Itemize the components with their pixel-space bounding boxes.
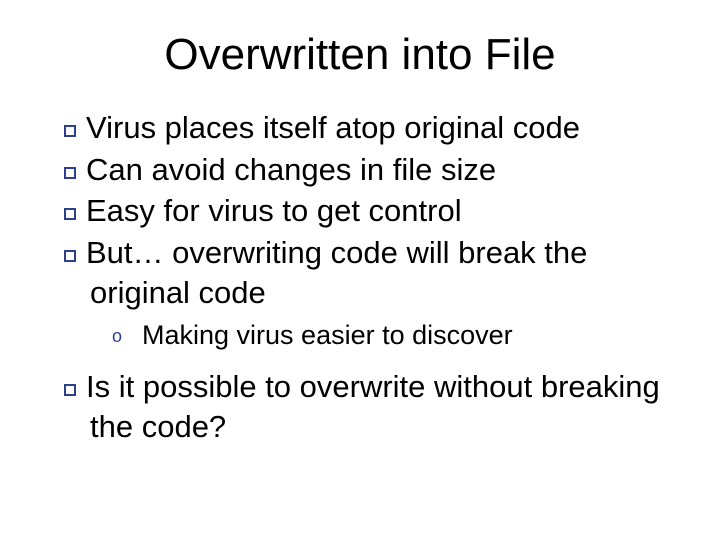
list-item: Is it possible to overwrite without brea… <box>64 367 680 446</box>
slide: Overwritten into File Virus places itsel… <box>0 0 720 540</box>
list-item: oMaking virus easier to discover <box>134 318 680 353</box>
bullet-text: Virus places itself atop original code <box>86 110 580 145</box>
bullet-text: Making virus easier to discover <box>142 320 513 350</box>
square-bullet-icon <box>64 250 76 262</box>
square-bullet-icon <box>64 125 76 137</box>
list-item: Virus places itself atop original code <box>64 108 680 148</box>
list-item: Can avoid changes in file size <box>64 150 680 190</box>
square-bullet-icon <box>64 384 76 396</box>
bullet-list: Virus places itself atop original code C… <box>40 108 680 447</box>
bullet-text: Can avoid changes in file size <box>86 152 496 187</box>
sub-bullet-list: oMaking virus easier to discover <box>90 318 680 353</box>
bullet-text: Is it possible to overwrite without brea… <box>86 369 660 444</box>
square-bullet-icon <box>64 208 76 220</box>
slide-title: Overwritten into File <box>40 30 680 80</box>
square-bullet-icon <box>64 167 76 179</box>
list-item: But… overwriting code will break the ori… <box>64 233 680 353</box>
list-item: Easy for virus to get control <box>64 191 680 231</box>
bullet-text: But… overwriting code will break the ori… <box>86 235 587 310</box>
bullet-text: Easy for virus to get control <box>86 193 462 228</box>
